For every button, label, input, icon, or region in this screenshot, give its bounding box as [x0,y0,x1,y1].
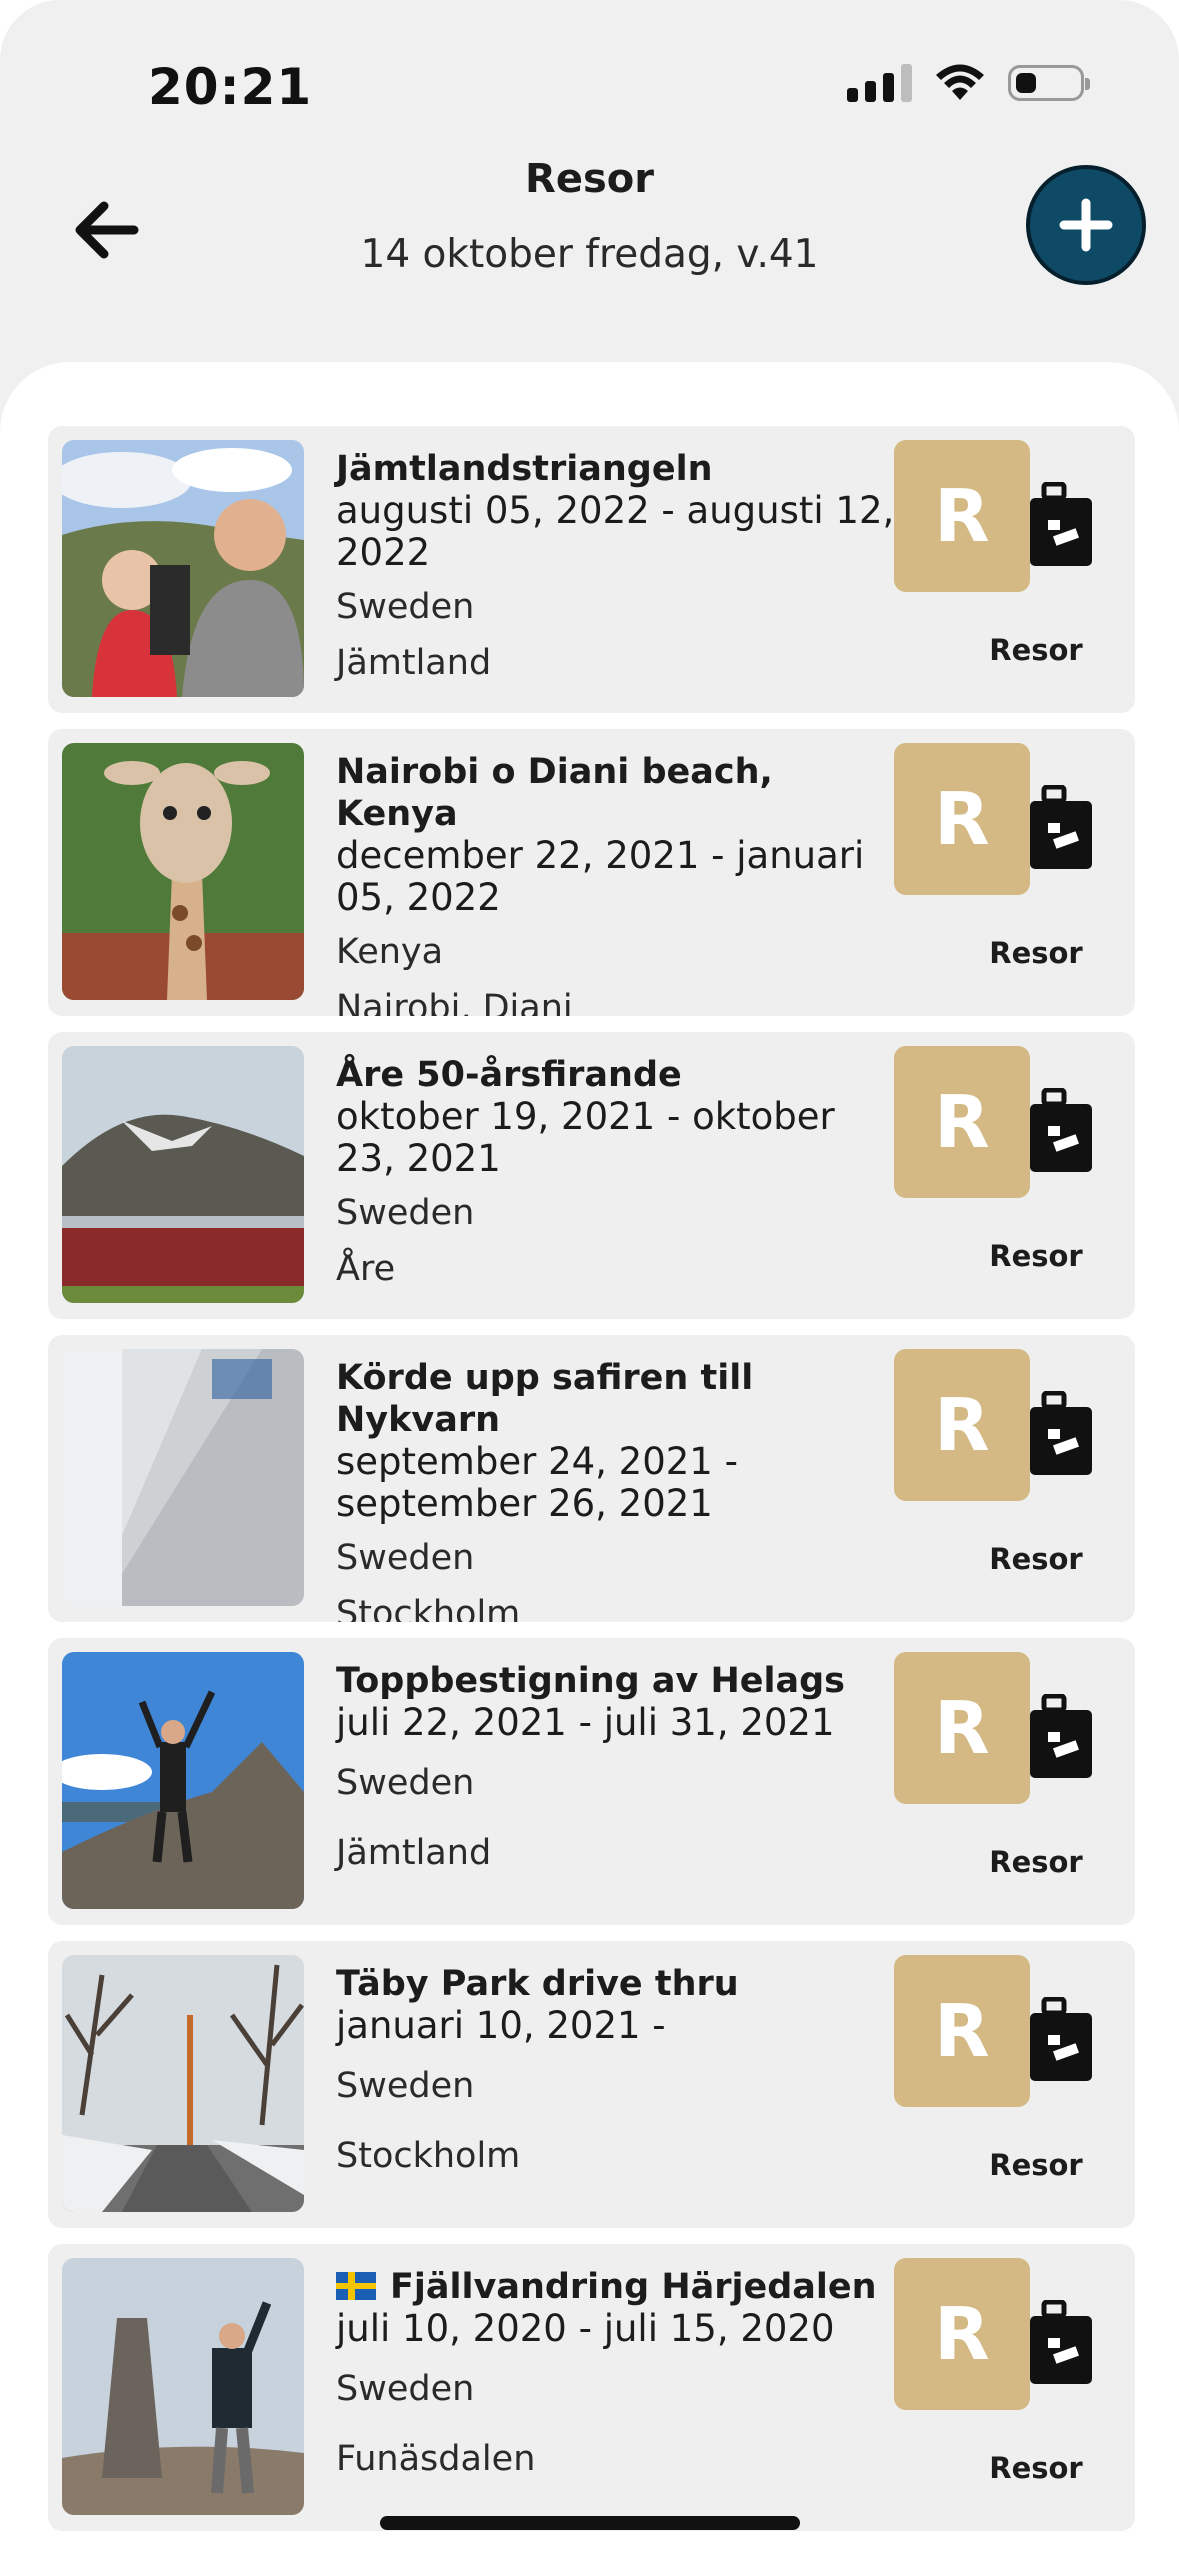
trip-photo [62,440,304,697]
trip-card[interactable]: Toppbestigning av Helags juli 22, 2021 -… [48,1638,1135,1925]
trip-photo [62,1955,304,2212]
trip-country: Sweden [336,1538,475,1578]
category-label: Resor [989,2451,1083,2485]
category-label: Resor [989,2148,1083,2182]
add-trip-button[interactable] [1026,165,1146,285]
trip-info: Jämtlandstriangeln augusti 05, 2022 - au… [336,448,896,684]
trip-photo [62,1046,304,1303]
trip-title: Nairobi o Diani beach, Kenya [336,752,773,834]
trip-photo [62,2258,304,2515]
trip-card[interactable]: Åre 50-årsfirande oktober 19, 2021 - okt… [48,1032,1135,1319]
trip-list-panel: Jämtlandstriangeln augusti 05, 2022 - au… [0,362,1179,2556]
trip-dates: januari 10, 2021 - [336,2004,666,2047]
category-label: Resor [989,1542,1083,1576]
trip-info: Toppbestigning av Helags juli 22, 2021 -… [336,1660,896,1874]
signal-icon [847,64,912,102]
suitcase-icon [1030,1088,1092,1172]
trip-title: Toppbestigning av Helags [336,1661,846,1701]
trip-country: Sweden [336,2369,475,2409]
trip-title: Körde upp safiren till Nykvarn [336,1358,754,1440]
trip-card[interactable]: Nairobi o Diani beach, Kenya december 22… [48,729,1135,1016]
home-indicator[interactable] [380,2516,800,2530]
wifi-icon [934,64,986,102]
category-badge: R [894,1046,1030,1198]
trip-country: Sweden [336,587,475,627]
trip-title-row: Fjällvandring Härjedalen [336,2266,896,2308]
trip-country: Sweden [336,1763,475,1803]
trip-card[interactable]: Fjällvandring Härjedalen juli 10, 2020 -… [48,2244,1135,2531]
trip-info: Nairobi o Diani beach, Kenya december 22… [336,751,896,1016]
category-badge: R [894,1349,1030,1501]
page-title: Resor [525,156,654,202]
suitcase-icon [1030,1997,1092,2081]
trip-photo [62,743,304,1000]
trip-card[interactable]: Täby Park drive thru januari 10, 2021 - … [48,1941,1135,2228]
trips-screen: 20:21 Resor 14 oktober fredag, v.41 Jämt… [0,0,1179,2556]
trip-info: Körde upp safiren till Nykvarn september… [336,1357,896,1622]
battery-icon [1008,65,1090,101]
trip-country: Sweden [336,2066,475,2106]
trip-dates: oktober 19, 2021 - oktober 23, 2021 [336,1095,835,1180]
trip-list: Jämtlandstriangeln augusti 05, 2022 - au… [48,426,1135,2547]
trip-region: Nairobi, Diani [336,988,573,1016]
trip-dates: juli 22, 2021 - juli 31, 2021 [336,1701,835,1744]
category-badge: R [894,2258,1030,2410]
trip-title: Jämtlandstriangeln [336,449,713,489]
category-label: Resor [989,1239,1083,1273]
sweden-flag-icon [336,2272,376,2300]
trip-title: Fjällvandring Härjedalen [390,2267,877,2307]
trip-info: Åre 50-årsfirande oktober 19, 2021 - okt… [336,1054,896,1290]
status-icons [847,64,1090,102]
category-label: Resor [989,633,1083,667]
trip-country: Kenya [336,932,444,972]
trip-country: Sweden [336,1193,475,1233]
trip-region: Stockholm [336,1594,521,1622]
trip-region: Funäsdalen [336,2439,536,2479]
trip-info: Täby Park drive thru januari 10, 2021 - … [336,1963,896,2177]
category-badge: R [894,440,1030,592]
plus-icon [1059,198,1113,252]
suitcase-icon [1030,1391,1092,1475]
suitcase-icon [1030,785,1092,869]
trip-dates: augusti 05, 2022 - augusti 12, 2022 [336,489,895,574]
category-badge: R [894,743,1030,895]
trip-dates: juli 10, 2020 - juli 15, 2020 [336,2307,835,2350]
trip-title: Täby Park drive thru [336,1964,739,2004]
suitcase-icon [1030,2300,1092,2384]
category-badge: R [894,1652,1030,1804]
category-badge: R [894,1955,1030,2107]
status-time: 20:21 [148,58,313,116]
trip-info: Fjällvandring Härjedalen juli 10, 2020 -… [336,2266,896,2480]
trip-card[interactable]: Körde upp safiren till Nykvarn september… [48,1335,1135,1622]
category-label: Resor [989,1845,1083,1879]
trip-photo [62,1652,304,1909]
trip-region: Åre [336,1249,396,1289]
trip-region: Jämtland [336,1833,492,1873]
trip-card[interactable]: Jämtlandstriangeln augusti 05, 2022 - au… [48,426,1135,713]
category-label: Resor [989,936,1083,970]
trip-dates: september 24, 2021 - september 26, 2021 [336,1440,738,1525]
trip-title: Åre 50-årsfirande [336,1055,682,1095]
suitcase-icon [1030,1694,1092,1778]
trip-region: Jämtland [336,643,492,683]
trip-dates: december 22, 2021 - januari 05, 2022 [336,834,865,919]
suitcase-icon [1030,482,1092,566]
trip-photo [62,1349,304,1606]
page-subtitle: 14 oktober fredag, v.41 [360,232,819,277]
trip-region: Stockholm [336,2136,521,2176]
